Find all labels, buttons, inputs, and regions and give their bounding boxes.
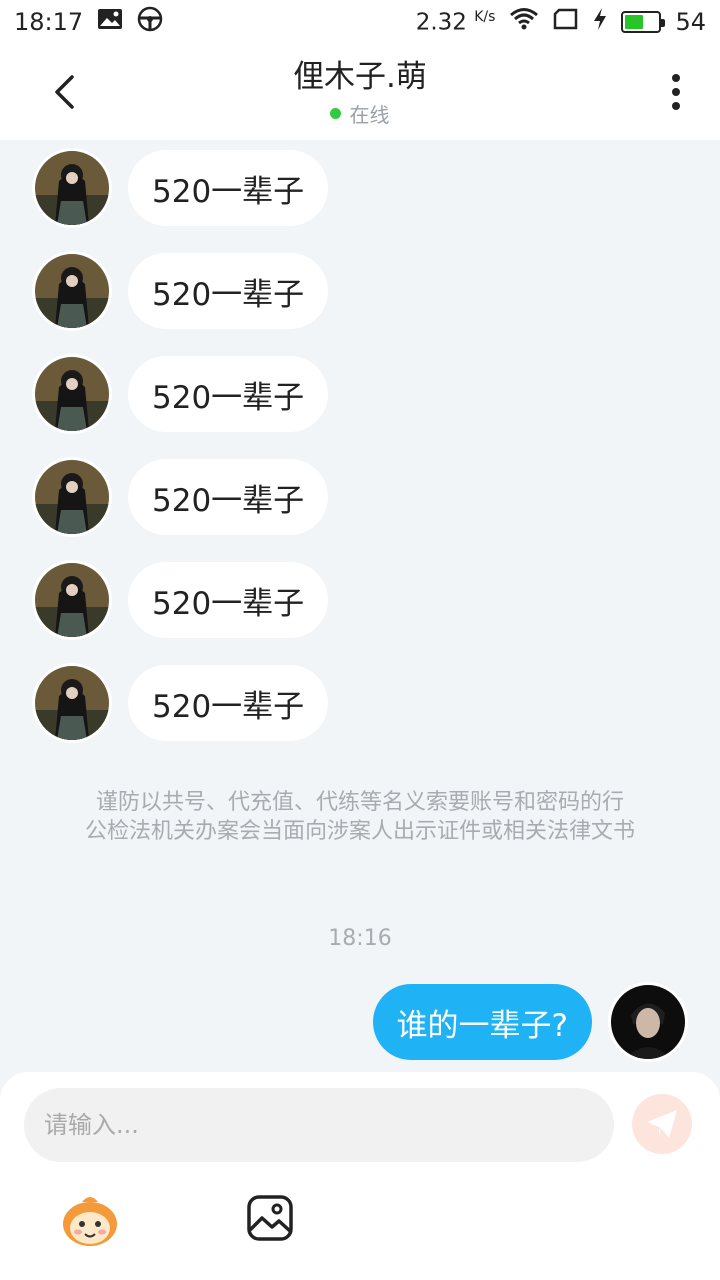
contact-avatar[interactable] [32, 663, 112, 743]
notice-line: 谨防以共号、代充值、代练等名义索要账号和密码的行 [95, 790, 624, 815]
incoming-bubble[interactable]: 520一辈子 [128, 459, 329, 535]
incoming-bubble[interactable]: 520一辈子 [128, 356, 329, 432]
charging-icon [593, 8, 607, 36]
contact-avatar[interactable] [32, 354, 112, 434]
more-options-button[interactable] [654, 62, 698, 122]
send-icon [647, 1110, 677, 1138]
battery-percent: 54 [675, 8, 706, 36]
incoming-bubble[interactable]: 520一辈子 [128, 150, 329, 226]
back-button[interactable] [34, 62, 94, 122]
user-avatar[interactable] [608, 982, 688, 1062]
status-bar: 18:17 2.32 K/s 54 [0, 0, 720, 44]
incoming-message: 520一辈子 [32, 558, 329, 642]
wifi-icon [509, 7, 539, 37]
title-block: 俚木子.萌 在线 [293, 57, 427, 128]
image-icon [247, 1195, 293, 1241]
outgoing-bubble[interactable]: 谁的一辈子? [372, 984, 592, 1060]
chevron-left-icon [55, 75, 74, 109]
emoji-button[interactable] [60, 1190, 120, 1250]
incoming-bubble[interactable]: 520一辈子 [128, 253, 329, 329]
incoming-bubble[interactable]: 520一辈子 [128, 665, 329, 741]
more-vertical-icon [672, 74, 680, 110]
online-dot-icon [330, 107, 342, 119]
image-icon [97, 8, 123, 36]
contact-avatar[interactable] [32, 251, 112, 331]
screen-icon [553, 8, 579, 36]
send-button[interactable] [632, 1094, 692, 1154]
outgoing-message: 谁的一辈子? [372, 980, 688, 1064]
steering-wheel-icon [137, 6, 163, 38]
chat-title: 俚木子.萌 [293, 58, 427, 95]
contact-avatar[interactable] [32, 560, 112, 640]
chat-header: 俚木子.萌 在线 [0, 44, 720, 140]
battery-icon [621, 11, 666, 33]
security-notice: 谨防以共号、代充值、代练等名义索要账号和密码的行 公检法机关办案会当面向涉案人出… [0, 788, 720, 846]
composer [0, 1072, 720, 1280]
net-speed: 2.32 K/s [415, 8, 496, 36]
incoming-message: 520一辈子 [32, 146, 329, 230]
notice-line: 公检法机关办案会当面向涉案人出示证件或相关法律文书 [84, 819, 635, 844]
emoji-face-icon [63, 1197, 117, 1246]
incoming-bubble[interactable]: 520一辈子 [128, 562, 329, 638]
image-button[interactable] [246, 1194, 294, 1242]
incoming-message: 520一辈子 [32, 455, 329, 539]
presence-label: 在线 [349, 102, 390, 127]
incoming-message: 520一辈子 [32, 352, 329, 436]
message-list[interactable]: 520一辈子 520一辈子 520一辈子 520一辈子 520一辈子 520一辈… [0, 140, 720, 1074]
incoming-message: 520一辈子 [32, 249, 329, 333]
contact-avatar[interactable] [32, 148, 112, 228]
message-timestamp: 18:16 [328, 926, 392, 951]
presence-status: 在线 [293, 99, 427, 128]
incoming-message: 520一辈子 [32, 661, 329, 745]
status-time: 18:17 [14, 8, 84, 36]
message-input[interactable] [24, 1088, 614, 1162]
contact-avatar[interactable] [32, 457, 112, 537]
